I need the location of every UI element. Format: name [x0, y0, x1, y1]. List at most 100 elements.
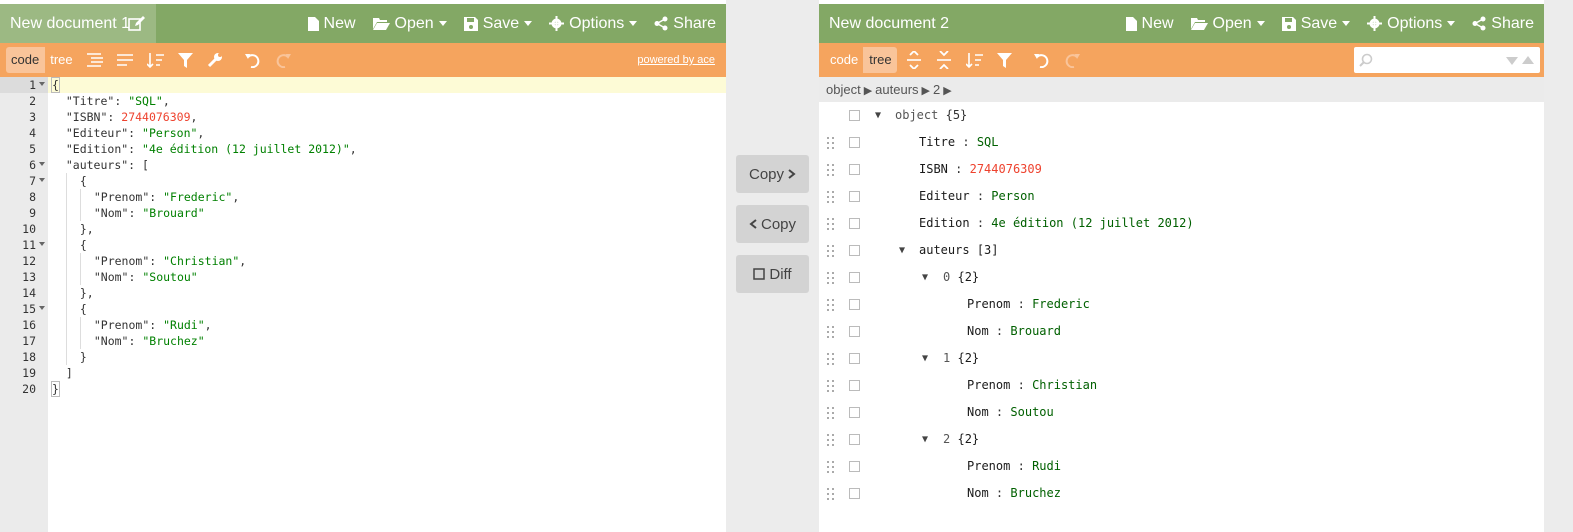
- code-mode-button[interactable]: code: [825, 47, 863, 73]
- context-menu-button[interactable]: [849, 191, 860, 202]
- tree-node[interactable]: ISBN : 2744076309: [819, 156, 1544, 183]
- new-button[interactable]: New: [1125, 15, 1174, 33]
- new-button[interactable]: New: [307, 15, 356, 33]
- diff-button[interactable]: Diff: [736, 255, 809, 293]
- redo-icon[interactable]: [1057, 43, 1087, 77]
- save-button[interactable]: Save: [1281, 15, 1351, 33]
- drag-handle-icon[interactable]: [827, 380, 835, 392]
- tree-node[interactable]: Prenom : Frederic: [819, 291, 1544, 318]
- document-title[interactable]: New document 1: [10, 4, 130, 43]
- save-button[interactable]: Save: [463, 15, 533, 33]
- compact-icon[interactable]: [110, 43, 140, 77]
- collapse-all-icon[interactable]: [929, 43, 959, 77]
- tree-node[interactable]: Prenom : Rudi: [819, 453, 1544, 480]
- tree-node[interactable]: ▼ 2 {2}: [819, 426, 1544, 453]
- copy-right-button[interactable]: Copy: [736, 155, 809, 193]
- search-input[interactable]: [1354, 47, 1540, 73]
- tree-node[interactable]: ▼ 1 {2}: [819, 345, 1544, 372]
- open-button[interactable]: Open: [372, 15, 447, 33]
- left-title-area[interactable]: New document 1: [0, 4, 156, 43]
- tree-node[interactable]: Edition : 4e édition (12 juillet 2012): [819, 210, 1544, 237]
- context-menu-button[interactable]: [849, 380, 860, 391]
- breadcrumb-item[interactable]: object: [826, 82, 861, 97]
- sort-icon[interactable]: [140, 43, 170, 77]
- tree-node[interactable]: Prenom : Christian: [819, 372, 1544, 399]
- fold-icon[interactable]: [39, 306, 45, 310]
- context-menu-button[interactable]: [849, 326, 860, 337]
- context-menu-button[interactable]: [849, 299, 860, 310]
- tree-node-root[interactable]: ▼ object {5}: [819, 102, 1544, 129]
- context-menu-button[interactable]: [849, 407, 860, 418]
- breadcrumb-arrow-icon[interactable]: ▶: [864, 85, 872, 97]
- context-menu-button[interactable]: [849, 110, 860, 121]
- drag-handle-icon[interactable]: [827, 272, 835, 284]
- share-button[interactable]: Share: [1472, 15, 1534, 33]
- undo-icon[interactable]: [238, 43, 268, 77]
- context-menu-button[interactable]: [849, 272, 860, 283]
- filter-icon[interactable]: [170, 43, 200, 77]
- search-next-icon[interactable]: [1506, 57, 1518, 65]
- drag-handle-icon[interactable]: [827, 245, 835, 257]
- document-title[interactable]: New document 2: [829, 4, 949, 43]
- drag-handle-icon[interactable]: [827, 299, 835, 311]
- tree-mode-button[interactable]: tree: [863, 47, 897, 73]
- tree-view[interactable]: ▼ object {5} Titre : SQL ISBN : 27440763…: [819, 102, 1544, 507]
- fold-icon[interactable]: [39, 82, 45, 86]
- context-menu-button[interactable]: [849, 218, 860, 229]
- drag-handle-icon[interactable]: [827, 461, 835, 473]
- copy-left-button[interactable]: Copy: [736, 205, 809, 243]
- powered-by-ace-link[interactable]: powered by ace: [637, 43, 715, 77]
- drag-handle-icon[interactable]: [827, 137, 835, 149]
- drag-handle-icon[interactable]: [827, 164, 835, 176]
- code-editor[interactable]: 1{ 2 "Titre": "SQL", 3 "ISBN": 274407630…: [0, 77, 726, 532]
- tree-mode-button[interactable]: tree: [44, 47, 77, 73]
- fold-icon[interactable]: [39, 178, 45, 182]
- drag-handle-icon[interactable]: [827, 488, 835, 500]
- wrench-icon[interactable]: [200, 43, 230, 77]
- drag-handle-icon[interactable]: [827, 218, 835, 230]
- collapse-arrow-icon[interactable]: ▼: [922, 426, 928, 453]
- tree-node[interactable]: ▼ 0 {2}: [819, 264, 1544, 291]
- undo-icon[interactable]: [1027, 43, 1057, 77]
- context-menu-button[interactable]: [849, 137, 860, 148]
- fold-icon[interactable]: [39, 242, 45, 246]
- search-previous-icon[interactable]: [1522, 56, 1534, 64]
- drag-handle-icon[interactable]: [827, 191, 835, 203]
- drag-handle-icon[interactable]: [827, 407, 835, 419]
- tree-node[interactable]: ▼ auteurs [3]: [819, 237, 1544, 264]
- edit-title-icon[interactable]: [128, 16, 145, 37]
- format-icon[interactable]: [80, 43, 110, 77]
- expand-all-icon[interactable]: [899, 43, 929, 77]
- tree-node[interactable]: Titre : SQL: [819, 129, 1544, 156]
- redo-icon[interactable]: [268, 43, 298, 77]
- context-menu-button[interactable]: [849, 164, 860, 175]
- breadcrumb-item[interactable]: auteurs: [875, 82, 918, 97]
- drag-handle-icon[interactable]: [827, 353, 835, 365]
- context-menu-button[interactable]: [849, 488, 860, 499]
- tree-node[interactable]: Nom : Bruchez: [819, 480, 1544, 507]
- fold-icon[interactable]: [39, 162, 45, 166]
- code-lines[interactable]: 1{ 2 "Titre": "SQL", 3 "ISBN": 274407630…: [0, 77, 726, 397]
- breadcrumb-arrow-icon[interactable]: ▶: [922, 85, 930, 97]
- drag-handle-icon[interactable]: [827, 434, 835, 446]
- drag-handle-icon[interactable]: [827, 326, 835, 338]
- breadcrumb-item[interactable]: 2: [933, 82, 940, 97]
- options-button[interactable]: Options: [549, 15, 638, 33]
- open-button[interactable]: Open: [1190, 15, 1265, 33]
- sort-icon[interactable]: [959, 43, 989, 77]
- tree-node[interactable]: Editeur : Person: [819, 183, 1544, 210]
- context-menu-button[interactable]: [849, 434, 860, 445]
- context-menu-button[interactable]: [849, 353, 860, 364]
- share-button[interactable]: Share: [654, 15, 716, 33]
- tree-node[interactable]: Nom : Soutou: [819, 399, 1544, 426]
- breadcrumb-arrow-icon[interactable]: ▶: [943, 85, 951, 97]
- collapse-arrow-icon[interactable]: ▼: [875, 102, 881, 129]
- collapse-arrow-icon[interactable]: ▼: [899, 237, 905, 264]
- collapse-arrow-icon[interactable]: ▼: [922, 345, 928, 372]
- collapse-arrow-icon[interactable]: ▼: [922, 264, 928, 291]
- options-button[interactable]: Options: [1367, 15, 1456, 33]
- tree-node[interactable]: Nom : Brouard: [819, 318, 1544, 345]
- filter-icon[interactable]: [989, 43, 1019, 77]
- context-menu-button[interactable]: [849, 461, 860, 472]
- context-menu-button[interactable]: [849, 245, 860, 256]
